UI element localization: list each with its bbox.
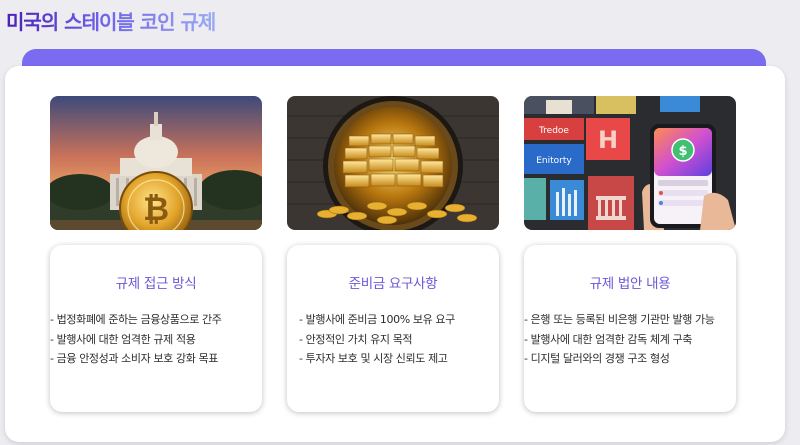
list-item: - 법정화폐에 준하는 금융상품으로 간주 (50, 313, 222, 326)
gold-vault-image (287, 96, 499, 230)
list-item: - 안정적인 가치 유지 목적 (299, 332, 413, 346)
photo-label: Enitorty (536, 156, 572, 166)
bullet-list: - 은행 또는 등록된 비은행 기관만 발행 가능 - 발행사에 대한 엄격한 … (524, 310, 736, 369)
card-title: 준비금 요구사항 (348, 276, 438, 292)
capitol-bitcoin-icon: ₿ (50, 96, 262, 230)
info-card-regulatory-approach: 규제 접근 방식 - 법정화폐에 준하는 금융상품으로 간주 - 발행사에 대한… (50, 245, 262, 412)
list-item: - 발행사에 대한 엄격한 감독 체계 구축 (524, 332, 692, 346)
svg-text:H: H (598, 126, 618, 154)
info-card-reserve-requirements: 준비금 요구사항 - 발행사에 준비금 100% 보유 요구 - 안정적인 가치… (287, 245, 499, 412)
svg-text:$: $ (678, 144, 687, 159)
slide: 미국의 스테이블 코인 규제 ₿ 규제 접근 방식 - 법정화폐에 준하는 금융… (0, 0, 800, 445)
list-item: - 디지털 달러와의 경쟁 구조 형성 (524, 352, 670, 365)
page-title: 미국의 스테이블 코인 규제 (6, 6, 216, 35)
gold-vault-icon (287, 96, 499, 230)
info-card-bill-contents: 규제 법안 내용 - 은행 또는 등록된 비은행 기관만 발행 가능 - 발행사… (524, 245, 736, 412)
bullet-list: - 발행사에 준비금 100% 보유 요구 - 안정적인 가치 유지 목적 - … (299, 310, 495, 369)
svg-text:₿: ₿ (143, 190, 169, 228)
bank-app-phone-icon: Tredoe H Enitorty $ (524, 96, 736, 230)
list-item: - 금융 안정성과 소비자 보호 강화 목표 (50, 352, 218, 365)
card-title: 규제 접근 방식 (115, 276, 197, 292)
capitol-bitcoin-image: ₿ (50, 96, 262, 230)
bullet-list: - 법정화폐에 준하는 금융상품으로 간주 - 발행사에 대한 엄격한 규제 적… (50, 310, 262, 369)
list-item: - 투자자 보호 및 시장 신뢰도 제고 (299, 352, 448, 365)
card-title: 규제 법안 내용 (589, 276, 671, 292)
photo-label: Tredoe (538, 126, 569, 136)
bank-app-phone-image: Tredoe H Enitorty $ (524, 96, 736, 230)
list-item: - 발행사에 준비금 100% 보유 요구 (299, 313, 455, 326)
list-item: - 발행사에 대한 엄격한 규제 적용 (50, 332, 196, 346)
list-item: - 은행 또는 등록된 비은행 기관만 발행 가능 (524, 313, 715, 326)
